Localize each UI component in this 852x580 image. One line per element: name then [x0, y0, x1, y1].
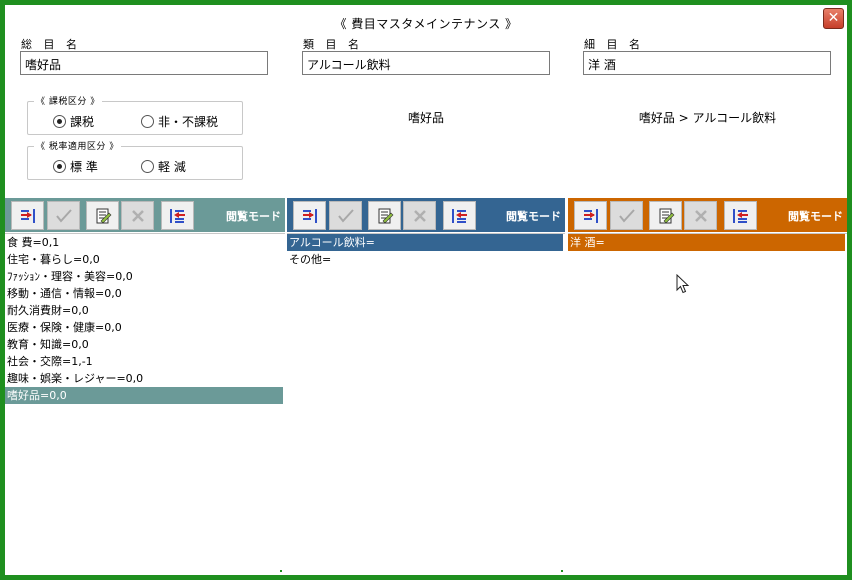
- category-path: 嗜好品: [407, 111, 444, 125]
- list-item[interactable]: ﾌｧｯｼｮﾝ・理容・美容=0,0: [5, 268, 283, 285]
- check-button[interactable]: [329, 201, 362, 230]
- list-item[interactable]: 医療・保険・健康=0,0: [5, 319, 283, 336]
- minor-category-input[interactable]: 洋 酒: [583, 51, 831, 75]
- group-title: 《 課税区分 》: [34, 94, 102, 107]
- radio-checked-icon: [53, 115, 66, 128]
- radio-label: 課税: [70, 115, 95, 129]
- tax-rate-group: 《 税率適用区分 》 標 準 軽 減: [27, 139, 243, 180]
- edit-button[interactable]: [368, 201, 401, 230]
- radio-unchecked-icon: [141, 115, 154, 128]
- column-minor-category: 細 目 名 洋 酒 嗜好品 > アルコール飲料 閲覧モード 洋 酒=: [568, 30, 847, 570]
- list-item[interactable]: 食 費=0,1: [5, 234, 283, 251]
- check-button[interactable]: [47, 201, 80, 230]
- list-item[interactable]: 耐久消費財=0,0: [5, 302, 283, 319]
- move-button[interactable]: [11, 201, 44, 230]
- list-item[interactable]: 社会・交際=1,-1: [5, 353, 283, 370]
- radio-non-taxable[interactable]: 非・不課税: [141, 113, 218, 130]
- radio-label: 標 準: [70, 160, 98, 174]
- column-major-category: 総 目 名 嗜好品 《 課税区分 》 課税 非・不課税 《 税率適用区分 》 標…: [5, 30, 285, 570]
- field-label: 総 目 名: [21, 38, 81, 51]
- field-label: 細 目 名: [584, 38, 644, 51]
- radio-label: 非・不課税: [158, 115, 219, 129]
- list-item[interactable]: 趣味・娯楽・レジャー=0,0: [5, 370, 283, 387]
- list-item[interactable]: アルコール飲料=: [287, 234, 563, 251]
- delete-button[interactable]: [684, 201, 717, 230]
- toolbar: 閲覧モード: [568, 198, 847, 232]
- list-item[interactable]: 住宅・暮らし=0,0: [5, 251, 283, 268]
- toolbar: 閲覧モード: [5, 198, 285, 232]
- check-button[interactable]: [610, 201, 643, 230]
- list: 洋 酒=: [568, 233, 847, 570]
- radio-reduced[interactable]: 軽 減: [141, 158, 186, 175]
- delete-button[interactable]: [121, 201, 154, 230]
- sort-button[interactable]: [161, 201, 194, 230]
- mouse-cursor-icon: [676, 274, 690, 294]
- list-item[interactable]: 嗜好品=0,0: [5, 387, 283, 404]
- move-button[interactable]: [574, 201, 607, 230]
- move-button[interactable]: [293, 201, 326, 230]
- middle-category-input[interactable]: アルコール飲料: [302, 51, 550, 75]
- list-item[interactable]: 洋 酒=: [568, 234, 845, 251]
- list-item[interactable]: 教育・知識=0,0: [5, 336, 283, 353]
- sort-button[interactable]: [724, 201, 757, 230]
- radio-label: 軽 減: [158, 160, 186, 174]
- column-middle-category: 類 目 名 アルコール飲料 嗜好品 閲覧モード アルコール飲料= その他=: [287, 30, 565, 570]
- delete-button[interactable]: [403, 201, 436, 230]
- tax-category-group: 《 課税区分 》 課税 非・不課税: [27, 94, 243, 135]
- radio-taxable[interactable]: 課税: [53, 113, 94, 130]
- list-item[interactable]: 移動・通信・情報=0,0: [5, 285, 283, 302]
- radio-checked-icon: [53, 160, 66, 173]
- list: 食 費=0,1 住宅・暮らし=0,0 ﾌｧｯｼｮﾝ・理容・美容=0,0 移動・通信・情…: [5, 233, 285, 570]
- mode-label: 閲覧モード: [506, 210, 561, 223]
- major-category-input[interactable]: 嗜好品: [20, 51, 268, 75]
- sort-button[interactable]: [443, 201, 476, 230]
- category-path: 嗜好品 > アルコール飲料: [638, 111, 777, 125]
- edit-button[interactable]: [86, 201, 119, 230]
- group-title: 《 税率適用区分 》: [34, 139, 121, 152]
- edit-button[interactable]: [649, 201, 682, 230]
- list-item[interactable]: その他=: [287, 251, 563, 268]
- field-label: 類 目 名: [303, 38, 363, 51]
- radio-unchecked-icon: [141, 160, 154, 173]
- mode-label: 閲覧モード: [226, 210, 281, 223]
- radio-standard[interactable]: 標 準: [53, 158, 98, 175]
- mode-label: 閲覧モード: [788, 210, 843, 223]
- close-button[interactable]: ✕: [823, 8, 844, 29]
- list: アルコール飲料= その他=: [287, 233, 565, 570]
- toolbar: 閲覧モード: [287, 198, 565, 232]
